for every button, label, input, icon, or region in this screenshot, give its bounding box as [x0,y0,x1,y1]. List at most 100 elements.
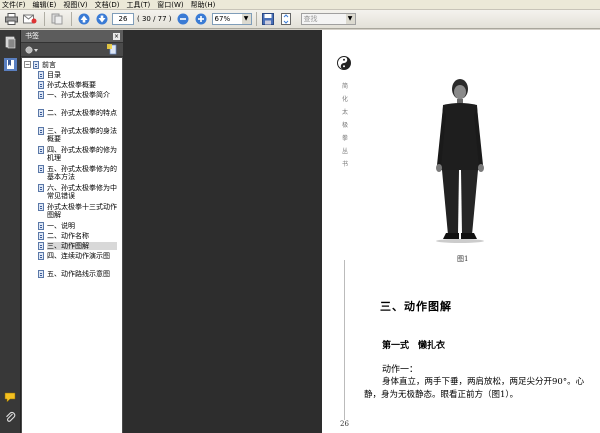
document-page: 简化太极拳丛书 图1 三、动作图解 第一式 懒扎衣 动作一： 身体直立，两手下垂… [322,30,600,433]
bookmark-label: 一、孙式太极拳简介 [47,91,110,99]
panel-title: 书签 [25,32,39,40]
mail-icon [22,14,36,24]
collapse-toggle-icon[interactable]: − [24,61,31,68]
body-paragraph: 身体直立，两手下垂，两肩放松，两足尖分开90°。心静，身为无极静态。眼看正前方（… [364,377,585,400]
bookmark-label: 一、说明 [47,222,75,230]
menu-help[interactable]: 帮助(H) [191,0,216,10]
bookmark-item[interactable]: − 前言 [24,61,112,69]
comment-icon[interactable] [4,391,17,404]
zoom-in-button[interactable] [194,12,209,27]
pages-button[interactable] [49,12,64,27]
bookmark-label: 目录 [47,71,61,79]
chevron-down-icon[interactable]: ▼ [345,14,355,24]
menu-view[interactable]: 视图(V) [63,0,87,10]
figure-caption: 图1 [457,255,469,263]
toolbar-separator [255,12,257,26]
menu-edit[interactable]: 编辑(E) [33,0,57,10]
bookmark-label: 三、孙式太极拳的身法概要 [47,127,117,143]
bookmark-icon [38,222,44,230]
save-icon [262,13,275,25]
menu-file[interactable]: 文件(F) [2,0,26,10]
bookmark-icon [38,242,44,250]
bookmark-icon [38,109,44,117]
bookmark-item[interactable]: 目录 [38,71,117,79]
bookmarks-panel: 书签 × − 前言目录孙式太极拳概要一、孙式太极拳简介 二、孙式太极拳的特点三、孙式… [21,30,123,433]
bookmark-label: 四、连续动作演示图 [47,252,110,260]
yin-yang-icon [337,56,351,70]
bookmark-label: 五、动作路线示意图 [47,270,110,278]
bookmark-label: 孙式太极拳概要 [47,81,96,89]
bookmark-label: 二、孙式太极拳的特点 [47,109,117,117]
search-placeholder: 查找 [303,15,318,23]
email-button[interactable] [22,12,37,27]
bookmarks-panel-header: 书签 × [21,30,123,43]
menu-tools[interactable]: 工具(T) [127,0,151,10]
bookmark-icon [33,61,39,69]
arrow-down-icon [96,13,107,25]
bookmark-label: 四、孙式太极拳的修为机理 [47,146,117,162]
bookmark-icon [38,91,44,99]
previous-page-button[interactable] [76,12,91,27]
zoom-out-button[interactable] [176,12,191,27]
bookmark-item[interactable]: 五、动作路线示意图 [38,270,117,278]
bookmark-item[interactable]: 孙式太极拳十三式动作图解 [38,203,117,219]
bookmark-label: 前言 [42,61,56,69]
figure-photo [436,79,484,243]
bookmark-item[interactable]: 四、连续动作演示图 [38,252,117,260]
bookmark-item[interactable]: 三、动作图解 [38,242,117,250]
document-workspace [123,30,322,433]
pages-icon [51,13,62,25]
close-icon[interactable]: × [113,33,120,40]
bookmark-icon [38,71,44,79]
toolbar-separator [71,12,72,26]
bookmark-label: 六、孙式太极拳修为中常见错误 [47,184,117,200]
bookmark-icon [38,252,44,260]
bookmark-icon [38,203,44,211]
save-button[interactable] [261,12,276,27]
search-input[interactable]: 查找 ▼ [300,13,356,25]
menu-bar: 文件(F) 编辑(E) 视图(V) 文档(D) 工具(T) 窗口(W) 帮助(H… [0,0,600,10]
next-page-button[interactable] [94,12,109,27]
options-icon[interactable] [25,45,39,55]
bookmark-label: 孙式太极拳十三式动作图解 [47,203,117,219]
section-title: 三、动作图解 [380,300,452,313]
new-bookmark-icon[interactable] [107,44,119,55]
bookmark-icon [38,184,44,192]
bookmark-item[interactable]: 二、动作名称 [38,232,117,240]
bookmark-item[interactable]: 一、孙式太极拳简介 [38,91,117,99]
bookmark-icon [38,146,44,154]
page-number: 26 [340,420,349,428]
bookmark-item[interactable]: 四、孙式太极拳的修为机理 [38,146,117,162]
bookmarks-panel-icon[interactable] [4,58,17,71]
chevron-down-icon[interactable]: ▼ [241,14,251,24]
zoom-select[interactable]: 67% ▼ [211,13,252,25]
arrow-up-icon [78,13,89,25]
bookmarks-toolbar [21,43,123,57]
bookmark-tree: − 前言目录孙式太极拳概要一、孙式太极拳简介 二、孙式太极拳的特点三、孙式太极拳的身… [22,58,122,433]
style-title: 第一式 懒扎衣 [382,341,446,351]
page-count: ( 30 / 77 ) [137,15,172,23]
navigation-strip [0,30,21,433]
bookmark-item[interactable]: 孙式太极拳概要 [38,81,117,89]
pages-panel-icon[interactable] [4,36,17,49]
bookmark-label: 五、孙式太极拳修为的基本方法 [47,165,117,181]
bookmark-icon [38,232,44,240]
menu-document[interactable]: 文档(D) [95,0,120,10]
fit-page-button[interactable] [279,12,294,27]
bookmark-icon [38,81,44,89]
bookmark-item[interactable]: 一、说明 [38,222,117,230]
menu-window[interactable]: 窗口(W) [157,0,183,10]
fit-page-icon [281,13,292,25]
main-toolbar: 26 ( 30 / 77 ) 67% ▼ 查找 ▼ [0,10,600,29]
bookmark-item[interactable]: 六、孙式太极拳修为中常见错误 [38,184,117,200]
zoom-out-icon [177,13,189,25]
page-number-input[interactable]: 26 [112,13,134,25]
bookmark-item[interactable]: 三、孙式太极拳的身法概要 [38,127,117,143]
bookmark-icon [38,165,44,173]
zoom-in-icon [195,13,207,25]
series-vertical-title: 简化太极拳丛书 [341,83,348,168]
attachment-icon[interactable] [4,411,17,424]
print-button[interactable] [4,12,19,27]
bookmark-item[interactable]: 二、孙式太极拳的特点 [38,109,117,117]
bookmark-item[interactable]: 五、孙式太极拳修为的基本方法 [38,165,117,181]
